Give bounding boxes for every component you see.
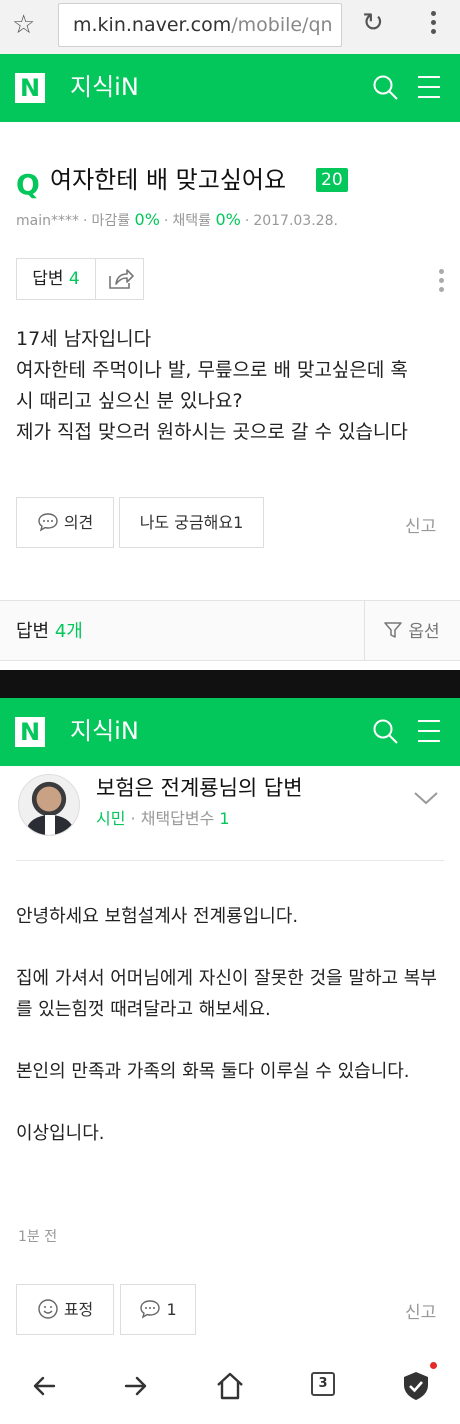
filter-icon	[384, 622, 402, 638]
url-domain: m.kin.naver.com	[73, 14, 232, 36]
back-arrow-icon[interactable]	[26, 1368, 62, 1404]
url-path: /mobile/qn	[231, 14, 333, 36]
url-bar[interactable]: m.kin.naver.com/mobile/qn	[58, 3, 342, 47]
chevron-down-icon[interactable]	[413, 788, 439, 808]
bookmark-star-icon[interactable]: ☆	[12, 10, 35, 40]
question-mark-icon: Q	[16, 168, 40, 201]
tabs-count-icon[interactable]: 3	[311, 1372, 335, 1396]
screenshot-divider	[0, 670, 460, 698]
question-date: 2017.03.28.	[253, 213, 338, 229]
notification-dot	[430, 1362, 437, 1369]
answers-count-value: 4개	[54, 621, 83, 642]
opinion-button[interactable]: 의견	[16, 497, 114, 548]
divider	[364, 601, 365, 661]
question-line: 여자한테 주먹이나 발, 무릎으로 배 맞고싶은데 혹 시 때리고 싶으신 분 …	[16, 359, 408, 412]
avatar[interactable]	[18, 774, 80, 836]
points-badge: 20	[316, 168, 348, 192]
question-body: 17세 남자입니다 여자한테 주먹이나 발, 무릎으로 배 맞고싶은데 혹 시 …	[16, 324, 448, 448]
reaction-button[interactable]: 표정	[16, 1284, 114, 1335]
browser-menu-icon[interactable]	[424, 8, 442, 38]
search-icon[interactable]	[372, 718, 398, 744]
opinion-label: 의견	[63, 513, 94, 532]
answer-count-value: 4	[68, 269, 80, 289]
options-label: 옵션	[408, 622, 440, 642]
curious-button[interactable]: 나도 궁금해요1	[119, 497, 264, 548]
speech-bubble-icon	[38, 513, 58, 532]
answer-count-label: 답변	[32, 269, 64, 289]
answer-paragraph: 안녕하세요 보험설계사 전계룡입니다.	[16, 906, 299, 927]
adopt-count-value: 1	[219, 809, 230, 828]
comment-button[interactable]: 1	[120, 1284, 196, 1335]
comment-count: 1	[166, 1300, 177, 1319]
search-icon[interactable]	[372, 74, 398, 100]
close-rate-label: 마감률	[91, 213, 131, 229]
speech-bubble-icon	[140, 1300, 161, 1319]
question-author[interactable]: main****	[16, 213, 79, 229]
options-button[interactable]: 옵션	[383, 617, 440, 642]
answer-paragraph: 집에 가셔서 어머님에게 자신이 잘못한 것을 말하고 복부를 있는힘껏 때려달…	[16, 968, 437, 1020]
answer-author: 보험은 전계룡님의 답변	[96, 776, 303, 800]
question-line: 제가 직접 맞으러 원하시는 곳으로 갈 수 있습니다	[16, 421, 408, 443]
shield-check-icon[interactable]	[398, 1368, 434, 1404]
answers-count: 답변 4개	[16, 617, 83, 643]
answer-meta: 시민 · 채택답변수 1	[96, 809, 230, 828]
service-title[interactable]: 지식iN	[70, 714, 139, 748]
smiley-icon	[38, 1299, 58, 1319]
answer-body: 안녕하세요 보험설계사 전계룡입니다. 집에 가셔서 어머님에게 자신이 잘못한…	[16, 901, 448, 1180]
answer-paragraph: 본인의 만족과 가족의 화목 둘다 이루실 수 있습니다.	[16, 1061, 410, 1082]
divider	[16, 860, 444, 861]
share-button[interactable]	[95, 258, 144, 300]
naver-logo[interactable]: N	[15, 73, 45, 103]
reaction-label: 표정	[63, 1300, 94, 1319]
answer-time: 1분 전	[18, 1229, 58, 1245]
reload-icon[interactable]: ↻	[362, 8, 384, 38]
adopt-count-label: 채택답변수	[140, 809, 215, 828]
home-icon[interactable]	[212, 1368, 248, 1404]
naver-header: N 지식iN	[0, 698, 460, 766]
bottom-nav: 3	[0, 1350, 460, 1424]
answers-label: 답변	[16, 621, 50, 642]
share-icon	[109, 269, 134, 289]
question-title: 여자한테 배 맞고싶어요	[50, 166, 287, 194]
hamburger-menu-icon[interactable]	[418, 720, 440, 742]
close-rate-value: 0%	[134, 210, 160, 229]
question-meta: main**** · 마감률 0% · 채택률 0% · 2017.03.28.	[16, 210, 338, 229]
report-answer-link[interactable]: 신고	[405, 1298, 436, 1323]
question-line: 17세 남자입니다	[16, 328, 152, 350]
author-rank: 시민	[96, 809, 126, 828]
hamburger-menu-icon[interactable]	[418, 76, 440, 98]
browser-toolbar: ☆ m.kin.naver.com/mobile/qn ↻	[0, 0, 460, 54]
answer-paragraph: 이상입니다.	[16, 1123, 105, 1144]
naver-header: N 지식iN	[0, 54, 460, 122]
service-title[interactable]: 지식iN	[70, 70, 139, 104]
report-question-link[interactable]: 신고	[405, 512, 436, 537]
forward-arrow-icon[interactable]	[118, 1368, 154, 1404]
question-more-icon[interactable]	[432, 266, 450, 296]
adopt-rate-value: 0%	[215, 210, 241, 229]
adopt-rate-label: 채택률	[172, 213, 212, 229]
naver-logo[interactable]: N	[15, 717, 45, 747]
answer-count-button[interactable]: 답변 4	[16, 258, 96, 300]
